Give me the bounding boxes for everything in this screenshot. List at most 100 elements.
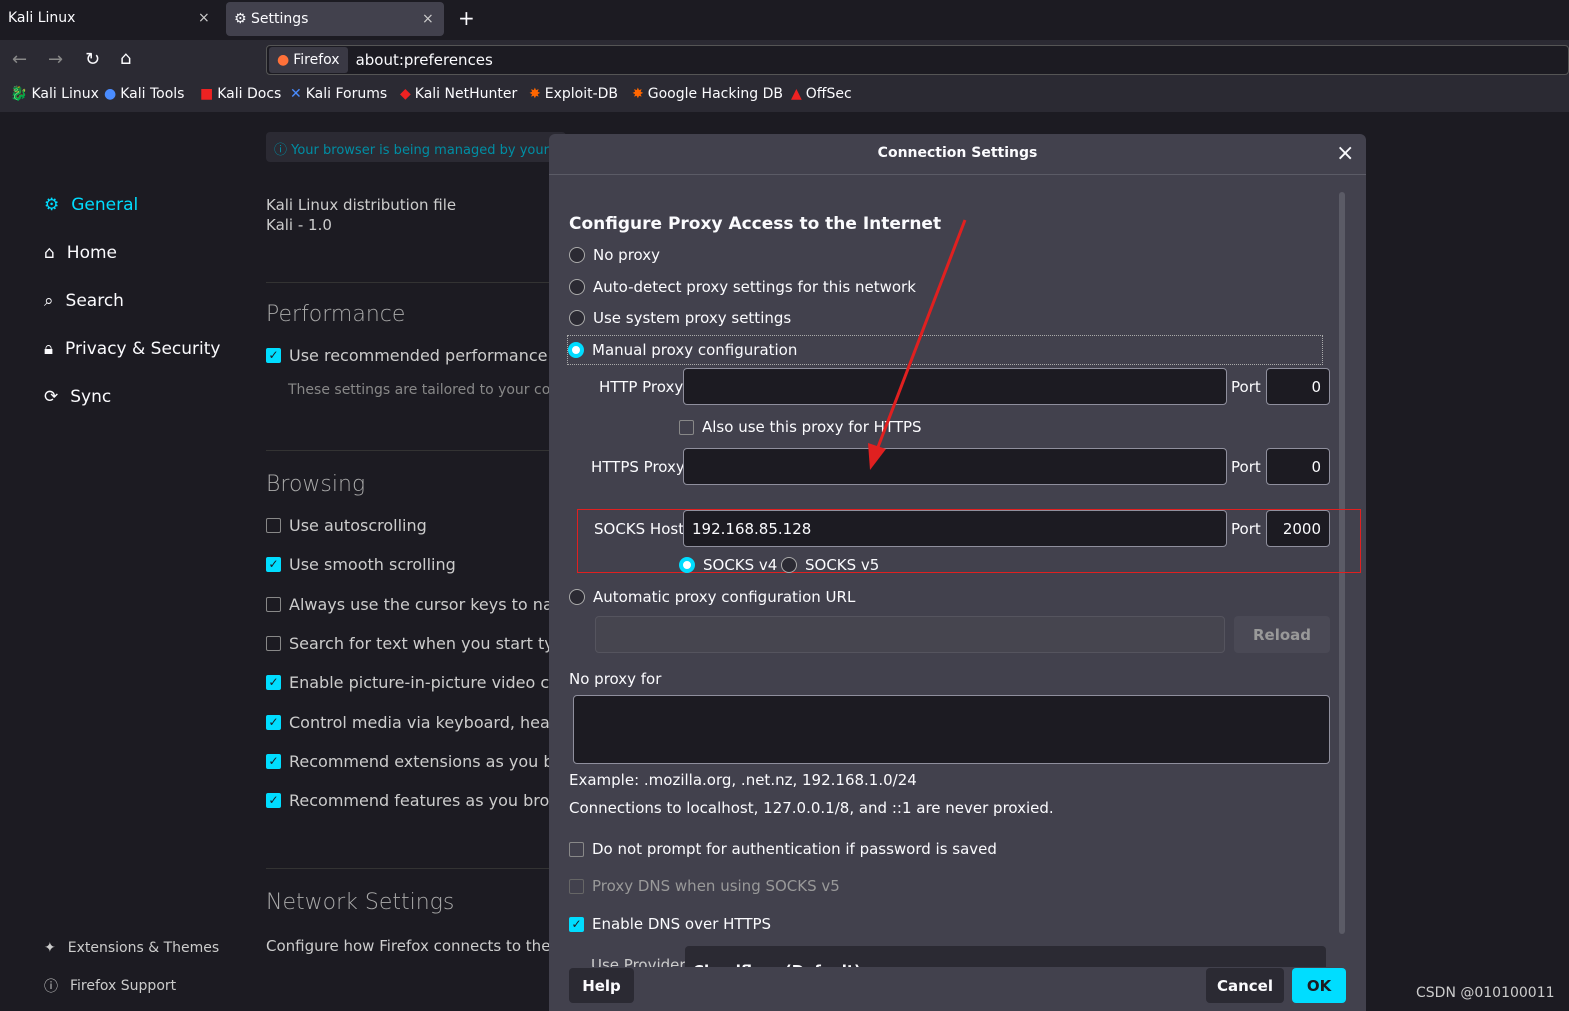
input-value: 0 <box>1311 457 1321 476</box>
sidebar-item-privacy[interactable]: 🔒︎ Privacy & Security <box>44 339 220 359</box>
browsing-heading: Browsing <box>266 472 366 497</box>
radio[interactable] <box>679 557 695 573</box>
browsing-checkbox[interactable]: ✓ Control media via keyboard, headset <box>266 713 584 732</box>
radio-no-proxy[interactable]: No proxy <box>569 246 660 264</box>
help-button[interactable]: Help <box>569 968 634 1003</box>
home-icon: ⌂ <box>44 243 55 263</box>
browsing-checkbox[interactable]: ✓ Recommend features as you browse <box>266 791 581 810</box>
checkbox[interactable]: ✓ <box>266 348 281 363</box>
checkbox[interactable] <box>569 878 584 894</box>
perf-checkbox[interactable]: ✓ Use recommended performance sett <box>266 346 583 365</box>
bookmark-label: Kali NetHunter <box>414 86 518 102</box>
identity-label: Firefox <box>293 52 340 68</box>
radio-auto-proxy-url[interactable]: Automatic proxy configuration URL <box>569 588 855 606</box>
radio-label: SOCKS v5 <box>805 556 880 574</box>
bookmark-google-hacking-db[interactable]: ✸ Google Hacking DB <box>632 86 783 102</box>
browsing-checkbox[interactable]: Search for text when you start typing <box>266 634 589 653</box>
browsing-checkbox[interactable]: Use autoscrolling <box>266 516 427 535</box>
radio[interactable] <box>781 557 797 573</box>
browsing-checkbox[interactable]: Always use the cursor keys to naviga <box>266 595 587 614</box>
checkbox[interactable] <box>266 635 281 651</box>
tab-label: Kali Linux <box>8 10 76 26</box>
bookmark-kali-tools[interactable]: ● Kali Tools <box>104 86 184 102</box>
checkbox-label: Control media via keyboard, headset <box>289 712 585 732</box>
home-icon[interactable]: ⌂ <box>120 48 131 69</box>
bookmark-exploit-db[interactable]: ✸ Exploit-DB <box>529 86 618 102</box>
radio[interactable] <box>569 589 585 605</box>
tab-settings[interactable]: ⚙ Settings × <box>226 2 444 36</box>
firefox-icon: ● <box>277 52 290 68</box>
checkbox[interactable] <box>569 841 584 857</box>
network-desc: Configure how Firefox connects to the i <box>266 937 560 955</box>
identity-chip[interactable]: ● Firefox <box>269 47 348 73</box>
radio[interactable] <box>569 310 585 326</box>
watermark: CSDN @010100011 <box>1416 985 1555 1001</box>
http-port-input[interactable]: 0 <box>1266 368 1330 405</box>
socks-port-input[interactable]: 2000 <box>1266 510 1330 547</box>
browsing-checkbox[interactable]: ✓ Use smooth scrolling <box>266 555 456 574</box>
gear-icon: ⚙ <box>234 11 247 27</box>
search-icon: ⌕ <box>44 291 54 311</box>
sidebar-item-search[interactable]: ⌕ Search <box>44 291 124 311</box>
proxy-dns-checkbox[interactable]: Proxy DNS when using SOCKS v5 <box>569 877 840 895</box>
sidebar-firefox-support[interactable]: ⓘ Firefox Support <box>44 976 176 996</box>
checkbox[interactable] <box>266 518 281 533</box>
checkbox[interactable]: ✓ <box>266 793 281 809</box>
no-prompt-auth-checkbox[interactable]: Do not prompt for authentication if pass… <box>569 840 997 858</box>
auto-proxy-url-input[interactable] <box>595 616 1225 653</box>
ok-button[interactable]: OK <box>1292 968 1346 1003</box>
checkbox-label: Search for text when you start typing <box>289 633 589 653</box>
close-tab-icon[interactable]: × <box>422 11 434 27</box>
back-icon[interactable]: ← <box>12 49 27 70</box>
tab-kali-linux[interactable]: Kali Linux × <box>0 0 220 36</box>
checkbox[interactable]: ✓ <box>266 753 281 769</box>
radio[interactable] <box>569 279 585 295</box>
url-bar[interactable]: ● Firefox about:preferences <box>266 45 1569 75</box>
help-icon: ⓘ <box>44 979 58 995</box>
sidebar-extensions-themes[interactable]: ✦ Extensions & Themes <box>44 940 219 956</box>
radio-system-proxy[interactable]: Use system proxy settings <box>569 309 791 327</box>
checkbox[interactable] <box>679 419 694 435</box>
browsing-checkbox[interactable]: ✓ Recommend extensions as you brow <box>266 752 583 771</box>
annotation-arrow <box>868 219 967 470</box>
port-label: Port <box>1231 520 1261 538</box>
divider <box>266 868 556 869</box>
no-proxy-for-label: No proxy for <box>569 670 662 688</box>
checkbox[interactable]: ✓ <box>266 557 281 573</box>
reload-button[interactable]: Reload <box>1234 616 1330 653</box>
provider-select[interactable]: Cloudflare (Default) <box>685 946 1326 967</box>
checkbox[interactable]: ✓ <box>569 916 584 932</box>
new-tab-button[interactable]: + <box>458 6 475 30</box>
radio-socks-v5[interactable]: SOCKS v5 <box>781 556 879 574</box>
bookmark-kali-nethunter[interactable]: ◆ Kali NetHunter <box>400 86 517 102</box>
bookmark-kali-linux[interactable]: 🐉 Kali Linux <box>10 86 99 102</box>
radio-socks-v4[interactable]: SOCKS v4 <box>679 556 777 574</box>
checkbox[interactable] <box>266 596 281 612</box>
close-tab-icon[interactable]: × <box>198 10 210 26</box>
cancel-button[interactable]: Cancel <box>1206 968 1284 1003</box>
offsec-icon: ▲ <box>791 86 802 102</box>
reload-icon[interactable]: ↻ <box>85 49 100 70</box>
sidebar-item-general[interactable]: ⚙ General <box>44 195 138 215</box>
radio[interactable] <box>569 247 585 263</box>
sidebar-item-sync[interactable]: ⟳ Sync <box>44 387 111 407</box>
doh-checkbox[interactable]: ✓ Enable DNS over HTTPS <box>569 915 771 933</box>
browsing-checkbox[interactable]: ✓ Enable picture-in-picture video cont <box>266 673 575 692</box>
bookmark-offsec[interactable]: ▲ OffSec <box>791 86 852 102</box>
kali-docs-icon: ■ <box>200 86 214 102</box>
bookmark-kali-docs[interactable]: ■ Kali Docs <box>200 86 281 102</box>
socks-host-input[interactable]: 192.168.85.128 <box>683 510 1227 547</box>
close-icon[interactable]: × <box>1336 141 1354 166</box>
divider <box>266 282 556 283</box>
checkbox[interactable]: ✓ <box>266 675 281 691</box>
sidebar-label: Extensions & Themes <box>67 940 220 956</box>
sidebar-item-home[interactable]: ⌂ Home <box>44 243 117 263</box>
forward-icon[interactable]: → <box>48 49 63 70</box>
nethunter-icon: ◆ <box>400 86 411 102</box>
bookmark-kali-forums[interactable]: ✕ Kali Forums <box>290 86 387 102</box>
https-port-input[interactable]: 0 <box>1266 448 1330 485</box>
radio[interactable] <box>568 342 584 358</box>
dist-line: Kali - 1.0 <box>266 216 332 234</box>
no-proxy-for-textarea[interactable] <box>573 695 1330 764</box>
checkbox[interactable]: ✓ <box>266 714 281 730</box>
